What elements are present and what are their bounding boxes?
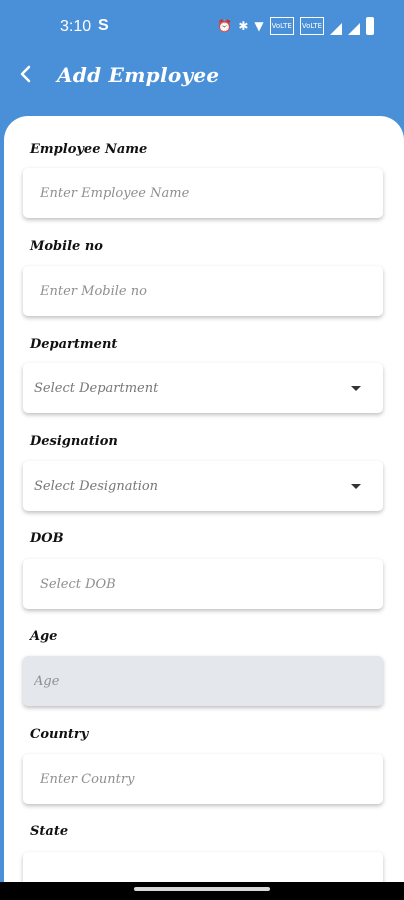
status-time: 3:10 <box>60 18 92 35</box>
signal-icon <box>330 17 342 35</box>
employee-name-label: Employee Name <box>30 142 148 157</box>
app-bar: Add Employee <box>0 52 404 100</box>
signal-icon <box>348 17 360 35</box>
age-field-box <box>23 656 383 706</box>
country-field-box <box>23 754 383 804</box>
mobile-input[interactable] <box>23 266 383 316</box>
status-bar: 3:10 S ⏰ ✱ ▼ VoLTE VoLTE <box>0 0 404 56</box>
volte-icon: VoLTE <box>269 17 294 35</box>
employee-name-field-box <box>23 168 383 218</box>
back-button[interactable] <box>12 60 40 88</box>
department-select[interactable]: Select Department <box>23 363 383 413</box>
designation-select[interactable]: Select Designation <box>23 461 383 511</box>
country-input[interactable] <box>23 754 383 804</box>
sync-icon: S <box>98 17 109 34</box>
designation-label: Designation <box>30 434 118 449</box>
employee-name-input[interactable] <box>23 168 383 218</box>
department-select-value: Select Department <box>34 380 159 396</box>
mobile-field-box <box>23 266 383 316</box>
alarm-icon: ⏰ <box>217 19 233 33</box>
battery-icon <box>366 17 374 35</box>
dropdown-arrow-icon <box>351 483 361 489</box>
state-label: State <box>30 824 69 839</box>
dob-label: DOB <box>30 531 64 546</box>
designation-select-value: Select Designation <box>34 478 159 494</box>
country-label: Country <box>30 727 89 742</box>
department-label: Department <box>30 337 118 352</box>
wifi-icon: ▼ <box>254 19 264 33</box>
back-arrow-icon <box>20 65 31 83</box>
dropdown-arrow-icon <box>351 385 361 391</box>
bluetooth-icon: ✱ <box>238 19 249 33</box>
navigation-bar <box>0 882 404 900</box>
age-input <box>23 656 383 706</box>
dob-input[interactable] <box>23 559 383 609</box>
page-title: Add Employee <box>57 63 220 87</box>
age-label: Age <box>30 629 58 644</box>
home-gesture-handle[interactable] <box>134 887 270 891</box>
status-icons: ⏰ ✱ ▼ VoLTE VoLTE <box>217 17 374 35</box>
mobile-label: Mobile no <box>30 239 103 254</box>
dob-field-box <box>23 559 383 609</box>
volte-icon: VoLTE <box>299 17 324 35</box>
form-sheet: Employee Name Mobile no Department Selec… <box>4 116 404 900</box>
